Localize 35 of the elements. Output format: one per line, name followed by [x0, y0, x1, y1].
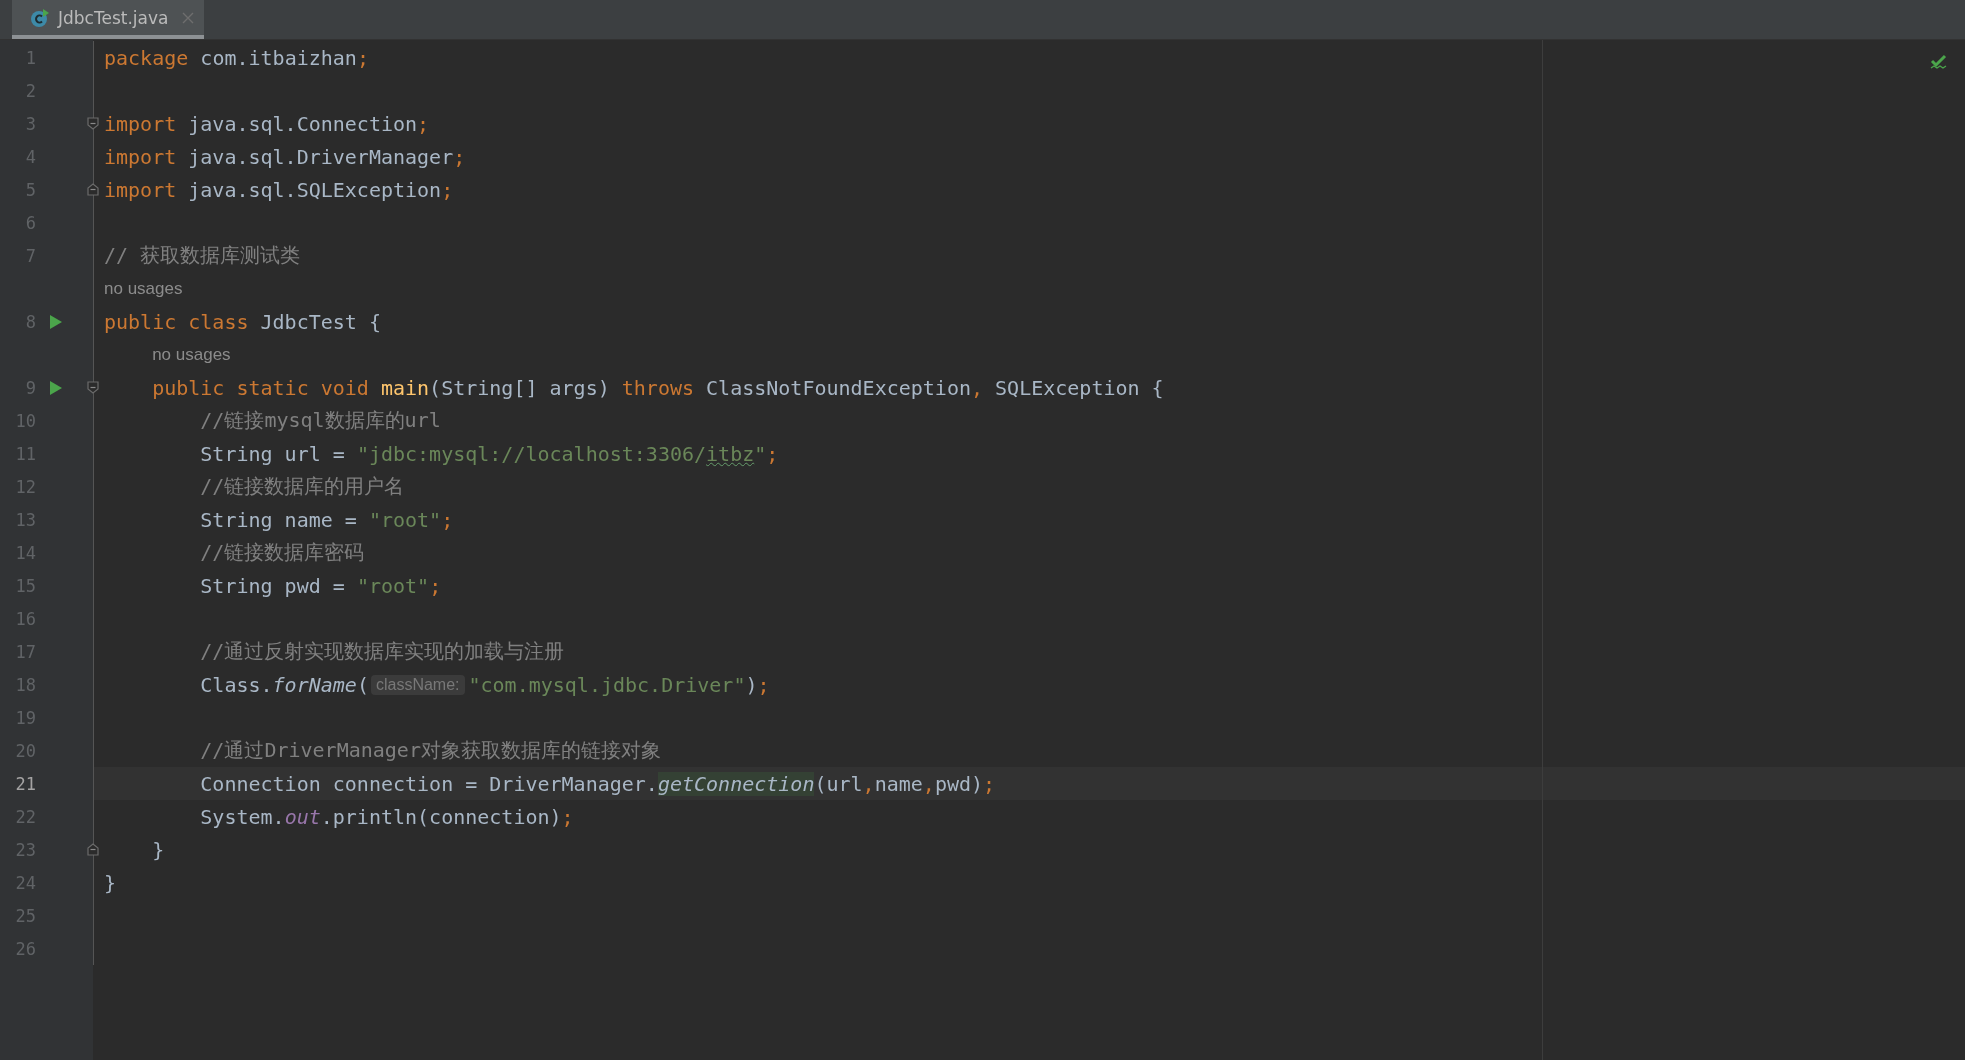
tab-title: JdbcTest.java — [58, 7, 169, 28]
code-text: } — [104, 870, 117, 895]
code-text: } — [152, 837, 165, 862]
parameter-hint: className: — [370, 674, 465, 695]
fold-icon[interactable] — [87, 843, 99, 856]
code-text: System.out.println(connection); — [200, 804, 574, 829]
java-class-icon — [30, 7, 50, 28]
code-text: String name = "root"; — [200, 507, 454, 532]
code-text: package com.itbaizhan; — [104, 45, 369, 70]
fold-icon[interactable] — [87, 117, 99, 130]
code-comment: //链接数据库密码 — [200, 539, 365, 566]
code-text: import java.sql.SQLException; — [104, 177, 454, 202]
code-comment: //链接mysql数据库的url — [200, 407, 441, 434]
code-text: import java.sql.DriverManager; — [104, 144, 466, 169]
run-icon[interactable] — [50, 314, 62, 329]
fold-icon[interactable] — [87, 183, 99, 196]
code-text: Connection connection = DriverManager.getConnection(url,name,pwd); — [200, 771, 996, 796]
inspection-ok-icon[interactable] — [1930, 54, 1948, 70]
fold-icon[interactable] — [87, 381, 99, 394]
code-comment: // 获取数据库测试类 — [104, 242, 301, 269]
code-text: "com.mysql.jdbc.Driver"); — [468, 672, 770, 697]
code-text: Class.forName( — [200, 672, 369, 697]
usage-hint[interactable]: no usages — [104, 278, 183, 299]
code-text: String pwd = "root"; — [200, 573, 442, 598]
code-text: public class JdbcTest { — [104, 309, 381, 334]
code-comment: //链接数据库的用户名 — [200, 473, 405, 500]
code-text: import java.sql.Connection; — [104, 111, 430, 136]
code-text: public static void main(String[] args) throws ClassNotFoundException, SQLException { — [152, 375, 1164, 400]
run-icon[interactable] — [50, 380, 62, 395]
line-number: 21 — [14, 773, 36, 794]
code-text: String url = "jdbc:mysql://localhost:3306/itbz"; — [200, 441, 779, 466]
file-tab[interactable]: JdbcTest.java — [12, 0, 205, 39]
usage-hint[interactable]: no usages — [152, 344, 231, 365]
code-comment: //通过DriverManager对象获取数据库的链接对象 — [200, 737, 661, 764]
code-comment: //通过反射实现数据库实现的加载与注册 — [200, 638, 565, 665]
